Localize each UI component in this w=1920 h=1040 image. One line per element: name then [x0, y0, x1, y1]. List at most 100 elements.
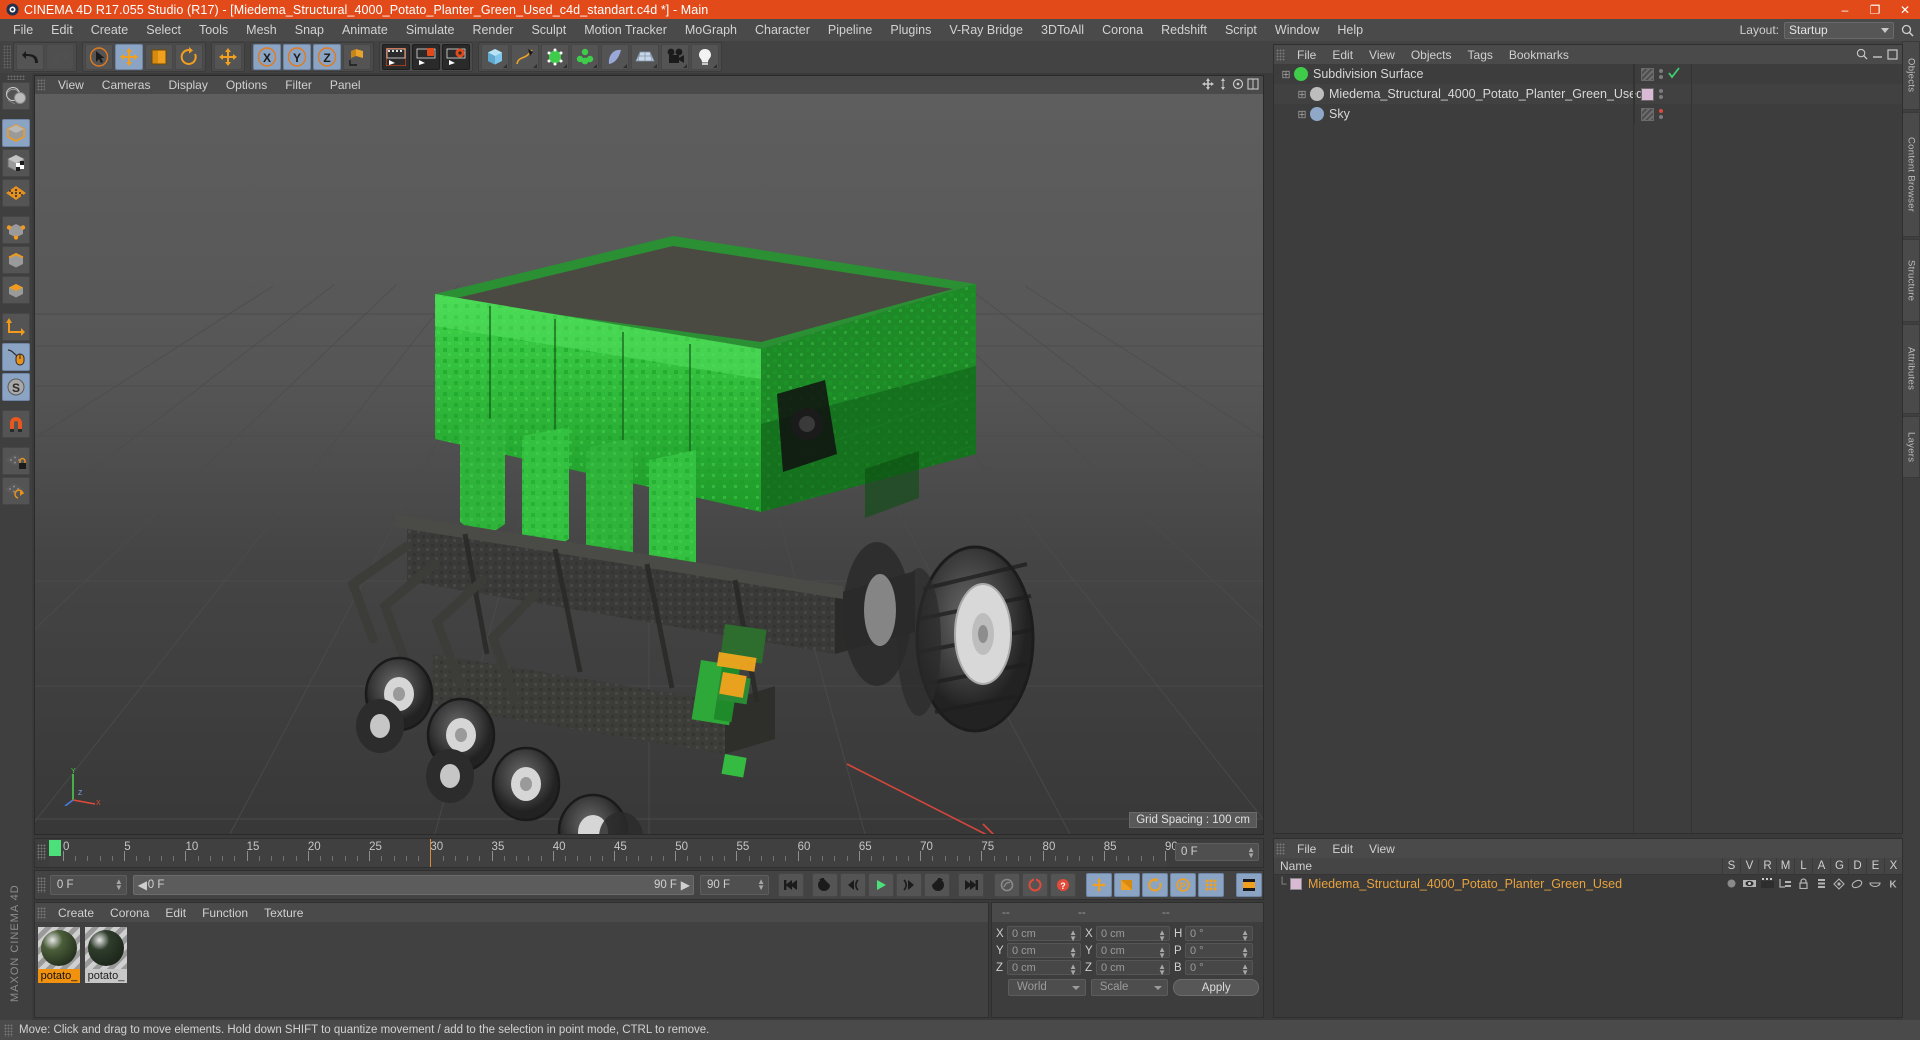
menu-item-mesh[interactable]: Mesh	[237, 20, 286, 40]
add-scene-icon[interactable]	[631, 44, 659, 70]
redo-icon[interactable]	[46, 44, 74, 70]
spinner-icon[interactable]: ▲ ▼	[1241, 963, 1249, 977]
coord-field[interactable]: 0 cm ▲ ▼	[1007, 960, 1081, 977]
render-settings-icon[interactable]	[442, 44, 470, 70]
timeline-playhead[interactable]	[430, 839, 432, 867]
enable-axis-icon[interactable]	[2, 343, 30, 371]
add-nurbs-icon[interactable]	[541, 44, 569, 70]
polygon-mode-icon[interactable]	[2, 276, 30, 304]
selection-live-icon[interactable]	[2, 82, 30, 110]
spinner-icon[interactable]: ▲ ▼	[757, 878, 765, 892]
material-manager-grip[interactable]	[37, 906, 46, 919]
viewport-menu-panel[interactable]: Panel	[321, 77, 370, 93]
render-toggle-icon[interactable]	[1758, 875, 1776, 892]
right-tab-structure[interactable]: Structure	[1902, 239, 1920, 322]
search-icon[interactable]	[1856, 48, 1868, 63]
generator-toggle-icon[interactable]	[1830, 875, 1848, 892]
attribute-column-m[interactable]: M	[1776, 858, 1794, 875]
attribute-column-g[interactable]: G	[1830, 858, 1848, 875]
coord-field[interactable]: 0 cm ▲ ▼	[1007, 926, 1081, 943]
deformer-toggle-icon[interactable]	[1848, 875, 1866, 892]
axis-modify-icon[interactable]	[2, 313, 30, 341]
right-tab-content-browser[interactable]: Content Browser	[1902, 112, 1920, 237]
menu-item-plugins[interactable]: Plugins	[881, 20, 940, 40]
spinner-icon[interactable]: ▲ ▼	[1241, 946, 1249, 960]
add-array-icon[interactable]	[571, 44, 599, 70]
object-manager-grip[interactable]	[1276, 48, 1285, 61]
lock-y-icon[interactable]: Y	[283, 44, 311, 70]
viewport-grip[interactable]	[37, 79, 45, 91]
coord-field[interactable]: 0 ° ▲ ▼	[1185, 960, 1253, 977]
snap-magnet-icon[interactable]	[2, 410, 30, 438]
coord-field[interactable]: 0 cm ▲ ▼	[1096, 926, 1170, 943]
key-pla-button[interactable]	[1197, 873, 1224, 897]
transport-grip[interactable]	[37, 877, 46, 893]
step-forward-button[interactable]	[895, 873, 922, 897]
undo-icon[interactable]	[16, 44, 44, 70]
search-icon[interactable]	[1898, 21, 1916, 39]
viewport-canvas[interactable]: Y X Z Grid Spacing : 100 cm	[35, 94, 1263, 834]
rotate-icon[interactable]	[175, 44, 203, 70]
record-keyframe-button[interactable]	[1021, 873, 1048, 897]
coord-field[interactable]: 0 cm ▲ ▼	[1096, 960, 1170, 977]
attribute-column-l[interactable]: L	[1794, 858, 1812, 875]
world-object-axis-icon[interactable]	[343, 44, 371, 70]
rotate-view-icon[interactable]	[1232, 78, 1244, 93]
move-view-icon[interactable]	[1202, 78, 1214, 93]
object-manager-menu-edit[interactable]: Edit	[1324, 47, 1361, 63]
spinner-icon[interactable]: ▲ ▼	[1158, 963, 1166, 977]
visibility-dots-icon[interactable]	[1659, 109, 1663, 119]
right-tab-layers[interactable]: Layers	[1902, 416, 1920, 478]
select-live-icon[interactable]	[85, 44, 113, 70]
menu-item-file[interactable]: File	[4, 20, 42, 40]
spinner-icon[interactable]: ▲ ▼	[1158, 929, 1166, 943]
timeline-frame-field[interactable]: 0 F ▲ ▼	[1175, 843, 1259, 861]
cube-object-icon[interactable]	[2, 119, 30, 147]
object-row[interactable]: ⊞ Subdivision Surface	[1274, 64, 1902, 84]
material-thumbnail[interactable]	[38, 927, 80, 969]
menu-item-create[interactable]: Create	[82, 20, 138, 40]
material-item[interactable]: potato_	[38, 927, 80, 1012]
minimize-button[interactable]: –	[1830, 0, 1860, 19]
close-button[interactable]: ✕	[1890, 0, 1920, 19]
expand-toggle-icon[interactable]: ⊞	[1278, 68, 1294, 81]
toolbar-grip[interactable]	[3, 45, 11, 69]
attribute-manager-grip[interactable]	[1276, 842, 1285, 855]
menu-item-pipeline[interactable]: Pipeline	[819, 20, 881, 40]
object-row[interactable]: ⊞ Sky	[1274, 104, 1902, 124]
go-to-end-button[interactable]	[957, 873, 984, 897]
object-manager-menu-bookmarks[interactable]: Bookmarks	[1501, 47, 1577, 63]
spinner-icon[interactable]: ▲ ▼	[1069, 929, 1077, 943]
material-menu-texture[interactable]: Texture	[256, 905, 311, 921]
time-range-slider[interactable]: ◀ 0 F 90 F ▶	[132, 875, 694, 895]
menu-item-simulate[interactable]: Simulate	[397, 20, 464, 40]
key-rotation-button[interactable]	[1141, 873, 1168, 897]
material-menu-corona[interactable]: Corona	[102, 905, 157, 921]
menu-item-script[interactable]: Script	[1216, 20, 1266, 40]
keyframe-help-button[interactable]: ?	[1049, 873, 1076, 897]
attribute-row[interactable]: └ Miedema_Structural_4000_Potato_Planter…	[1274, 875, 1902, 892]
material-menu-function[interactable]: Function	[194, 905, 256, 921]
viewport-menu-display[interactable]: Display	[159, 77, 216, 93]
workplane-lock-icon[interactable]	[2, 447, 30, 475]
lock-z-icon[interactable]: Z	[313, 44, 341, 70]
autokey-button[interactable]	[993, 873, 1020, 897]
spinner-icon[interactable]: ▲ ▼	[1069, 946, 1077, 960]
go-to-start-button[interactable]	[777, 873, 804, 897]
range-right-arrow-icon[interactable]: ▶	[681, 878, 690, 892]
timeline-toggle-button[interactable]	[1235, 873, 1262, 897]
move-icon[interactable]	[115, 44, 143, 70]
coord-field[interactable]: 0 cm ▲ ▼	[1007, 943, 1081, 960]
menu-item-character[interactable]: Character	[746, 20, 819, 40]
attribute-manager-menu-view[interactable]: View	[1361, 841, 1403, 857]
phong-tag-icon[interactable]	[1641, 67, 1654, 81]
play-button[interactable]	[867, 873, 894, 897]
material-list[interactable]: potato_ potato_	[35, 922, 988, 1017]
add-cube-icon[interactable]	[481, 44, 509, 70]
point-mode-icon[interactable]	[2, 216, 30, 244]
menu-item-3dtoall[interactable]: 3DToAll	[1032, 20, 1093, 40]
move-axis-icon[interactable]	[214, 44, 242, 70]
object-row[interactable]: ⊞ Miedema_Structural_4000_Potato_Planter_…	[1274, 84, 1902, 104]
material-menu-edit[interactable]: Edit	[157, 905, 194, 921]
scale-icon[interactable]	[145, 44, 173, 70]
